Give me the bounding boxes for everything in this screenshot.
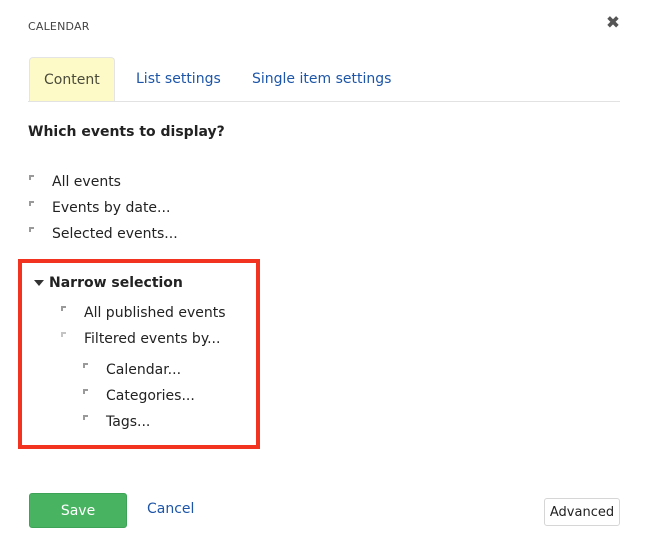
radio-button-icon[interactable] xyxy=(29,227,35,233)
close-icon: ✖ xyxy=(605,13,621,33)
dialog-title: CALENDAR xyxy=(28,20,90,33)
radio-label: All published events xyxy=(84,305,226,321)
radio-label: All events xyxy=(52,174,121,190)
save-button[interactable]: Save xyxy=(29,493,127,528)
radio-all-events[interactable]: All events xyxy=(29,172,121,192)
radio-button-icon[interactable] xyxy=(29,175,35,181)
tab-bar: Content List settings Single item settin… xyxy=(28,57,620,102)
radio-label: Selected events... xyxy=(52,226,178,242)
radio-button-icon[interactable] xyxy=(61,306,67,312)
narrow-selection-toggle[interactable]: Narrow selection xyxy=(34,273,183,293)
radio-label: Events by date... xyxy=(52,200,171,216)
triangle-down-icon xyxy=(34,280,44,286)
radio-label: Filtered events by... xyxy=(84,331,221,347)
cancel-link[interactable]: Cancel xyxy=(147,501,194,517)
narrow-selection-label: Narrow selection xyxy=(49,275,183,291)
checkbox-label: Tags... xyxy=(106,414,151,430)
checkbox-icon[interactable] xyxy=(83,415,89,421)
checkbox-icon[interactable] xyxy=(83,389,89,395)
checkbox-label: Calendar... xyxy=(106,362,182,378)
tab-list-settings[interactable]: List settings xyxy=(136,57,221,101)
radio-selected-events[interactable]: Selected events... xyxy=(29,224,178,244)
tab-single-item-settings[interactable]: Single item settings xyxy=(252,57,391,101)
radio-all-published-events[interactable]: All published events xyxy=(61,303,226,323)
radio-filtered-events[interactable]: Filtered events by... xyxy=(61,329,220,349)
advanced-button[interactable]: Advanced xyxy=(544,498,620,526)
section-heading: Which events to display? xyxy=(28,124,225,140)
checkbox-icon[interactable] xyxy=(83,363,89,369)
radio-button-icon[interactable] xyxy=(61,332,67,338)
radio-events-by-date[interactable]: Events by date... xyxy=(29,198,170,218)
tab-content[interactable]: Content xyxy=(29,57,115,101)
checkbox-categories[interactable]: Categories... xyxy=(83,386,195,406)
checkbox-calendar[interactable]: Calendar... xyxy=(83,360,181,380)
radio-button-icon[interactable] xyxy=(29,201,35,207)
close-button[interactable]: ✖ xyxy=(604,13,622,33)
checkbox-label: Categories... xyxy=(106,388,195,404)
checkbox-tags[interactable]: Tags... xyxy=(83,412,150,432)
